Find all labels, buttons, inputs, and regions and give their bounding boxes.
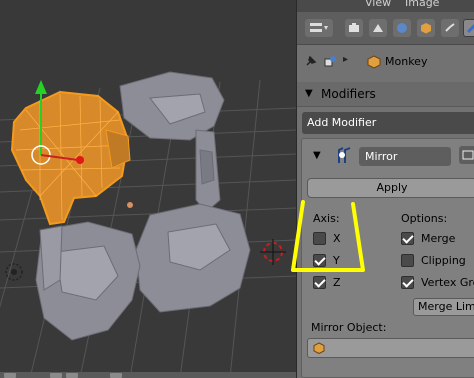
properties-panel: View Image ▸ Monkey ▼ Modifiers Add Modi…	[296, 0, 474, 378]
select-icon[interactable]	[66, 373, 78, 378]
modifier-name-field[interactable]: Mirror	[359, 147, 451, 166]
merge-checkbox[interactable]: Merge	[401, 230, 455, 246]
scene-tab-icon[interactable]	[369, 19, 387, 37]
modifiers-title: Modifiers	[321, 87, 376, 101]
vertex-groups-label: Vertex Groups	[421, 275, 474, 289]
mirror-modifier-icon	[338, 147, 351, 163]
render-tab-icon[interactable]	[345, 19, 363, 37]
axis-z-label: Z	[333, 275, 341, 289]
mirror-object-label: Mirror Object:	[311, 321, 387, 334]
mirror-object-field[interactable]	[307, 338, 474, 358]
breadcrumb-separator: ▸	[343, 54, 349, 65]
axis-z-box[interactable]	[313, 275, 326, 289]
pin-icon[interactable]	[303, 55, 317, 69]
selected-monkey-mesh	[10, 90, 131, 226]
properties-header	[297, 12, 474, 45]
merge-label: Merge	[421, 231, 456, 245]
object-field-icon	[313, 342, 325, 354]
world-tab-icon[interactable]	[393, 19, 411, 37]
options-heading: Options:	[401, 212, 448, 225]
mode-icon[interactable]	[4, 373, 16, 378]
collapse-triangle-icon[interactable]: ▼	[305, 88, 313, 99]
annotation-highlight	[291, 200, 365, 272]
breadcrumb: ▸ Monkey	[297, 46, 474, 78]
object-origin	[127, 202, 133, 208]
merge-box[interactable]	[401, 231, 414, 245]
menu-bar: View Image	[297, 0, 474, 12]
object-tab-icon[interactable]	[417, 19, 435, 37]
editor-type-icon[interactable]	[305, 19, 333, 37]
menu-image[interactable]: Image	[405, 0, 439, 9]
object-icon[interactable]	[110, 373, 122, 378]
constraints-tab-icon[interactable]	[441, 19, 459, 37]
3d-cursor[interactable]	[260, 239, 286, 265]
viewport-scene	[0, 71, 296, 378]
merge-limit-field[interactable]: Merge Limit	[413, 298, 474, 316]
modifiers-tab-icon[interactable]	[463, 19, 474, 37]
menu-view[interactable]: View	[365, 0, 391, 9]
clipping-box[interactable]	[401, 253, 414, 267]
axis-z-checkbox[interactable]: Z	[313, 274, 341, 290]
modifiers-panel-header[interactable]: ▼ Modifiers	[297, 82, 474, 107]
vertex-groups-checkbox[interactable]: Vertex Groups	[401, 274, 474, 290]
object-data-icon	[324, 56, 336, 67]
breadcrumb-object-name: Monkey	[385, 55, 428, 68]
clipping-checkbox[interactable]: Clipping	[401, 252, 466, 268]
modifier-display-icon[interactable]	[459, 146, 474, 164]
vertex-groups-box[interactable]	[401, 275, 414, 289]
modifier-expand-icon[interactable]: ▼	[313, 150, 321, 161]
apply-button[interactable]: Apply	[307, 178, 474, 198]
viewport-header-strip	[0, 372, 296, 378]
clipping-label: Clipping	[421, 253, 466, 267]
monkey-object-icon	[367, 55, 381, 69]
add-modifier-dropdown[interactable]: Add Modifier	[302, 112, 474, 134]
3d-viewport[interactable]	[0, 0, 296, 378]
view-icon[interactable]	[50, 373, 62, 378]
